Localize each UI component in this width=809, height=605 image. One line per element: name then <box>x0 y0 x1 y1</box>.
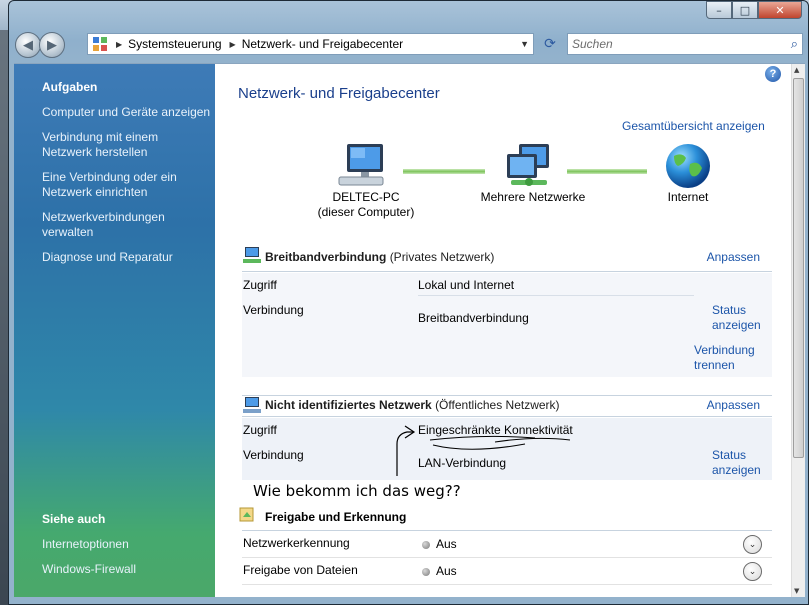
sidebar-link-connect-network[interactable]: Verbindung mit einem Netzwerk herstellen <box>42 130 172 160</box>
computer-name: DELTEC-PC <box>332 190 400 204</box>
annotation-scribble <box>396 425 571 476</box>
search-icon[interactable]: ⌕ <box>791 36 798 52</box>
network-1-connection-value: Breitbandverbindung <box>418 311 529 325</box>
network-1-status-link[interactable]: Status anzeigen <box>712 303 772 333</box>
computer-icon <box>338 144 384 186</box>
content-area: Aufgaben Computer und Geräte anzeigen Ve… <box>14 63 805 597</box>
close-button[interactable]: ✕ <box>758 1 802 19</box>
internet-globe-icon <box>666 144 710 188</box>
sharing-heading: Freigabe und Erkennung <box>265 510 407 524</box>
window-controls: – □ ✕ <box>706 1 802 19</box>
sharing-row-file-sharing[interactable]: Freigabe von Dateien Aus ⌄ <box>242 559 772 585</box>
status-link-line-1: Status <box>712 303 747 317</box>
network-1-disconnect-link[interactable]: Verbindung trennen <box>694 343 774 373</box>
forward-arrow-icon: ▶ <box>47 37 57 53</box>
scroll-up-icon[interactable]: ▲ <box>794 66 799 74</box>
status-dot-icon <box>422 568 430 576</box>
sidebar-link-windows-firewall[interactable]: Windows-Firewall <box>42 562 212 577</box>
refresh-button[interactable]: ⟳ <box>538 34 562 54</box>
address-dropdown-icon[interactable]: ▼ <box>520 39 529 49</box>
scroll-down-icon[interactable]: ▼ <box>794 587 799 595</box>
vertical-scrollbar[interactable]: ▲ ▼ <box>791 64 805 597</box>
maximize-button[interactable]: □ <box>732 1 758 19</box>
back-arrow-icon: ◀ <box>23 37 33 53</box>
network-2-customize-link[interactable]: Anpassen <box>707 398 760 412</box>
search-placeholder: Suchen <box>572 37 613 51</box>
network-computer-icon <box>243 247 261 263</box>
expand-chevron-icon[interactable]: ⌄ <box>743 562 762 581</box>
page-title: Netzwerk- und Freigabecenter <box>238 85 440 102</box>
explorer-window: – □ ✕ ◀ ▶ ▶ Systemsteuerung ▶ Netzwerk- … <box>8 0 809 605</box>
divider <box>418 295 694 296</box>
breadcrumb-control-panel[interactable]: Systemsteuerung <box>128 37 221 51</box>
network-1-connection-label: Verbindung <box>243 303 304 317</box>
network-1-type: (Privates Netzwerk) <box>389 250 495 264</box>
network-2-name: Nicht identifiziertes Netzwerk <box>265 398 432 412</box>
node-multiple-networks[interactable]: Mehrere Netzwerke <box>469 190 597 205</box>
sharing-row-label: Netzwerkerkennung <box>243 536 350 550</box>
network-2-header: Nicht identifiziertes Netzwerk (Öffentli… <box>242 395 772 417</box>
main-pane: ? Netzwerk- und Freigabecenter Gesamtübe… <box>215 64 791 597</box>
address-bar[interactable]: ▶ Systemsteuerung ▶ Netzwerk- und Freiga… <box>87 33 534 55</box>
see-also-heading: Siehe auch <box>42 512 106 526</box>
network-1-access-label: Zugriff <box>243 278 277 292</box>
sidebar-link-internet-options[interactable]: Internetoptionen <box>42 537 212 552</box>
network-2-access-label: Zugriff <box>243 423 277 437</box>
scrollbar-thumb[interactable] <box>793 78 804 458</box>
sharing-row-value: Aus <box>422 537 457 551</box>
sharing-row-label: Freigabe von Dateien <box>243 563 358 577</box>
sidebar-link-diagnose[interactable]: Diagnose und Reparatur <box>42 250 212 265</box>
network-1-access-value: Lokal und Internet <box>418 278 515 292</box>
control-panel-icon <box>93 37 107 51</box>
node-computer[interactable]: DELTEC-PC (dieser Computer) <box>311 190 421 220</box>
sidebar-link-manage-connections[interactable]: Netzwerkverbindungen verwalten <box>42 210 172 240</box>
status-link-line-1: Status <box>712 448 747 462</box>
search-input[interactable]: Suchen ⌕ <box>567 33 803 55</box>
computer-subtitle: (dieser Computer) <box>317 205 415 219</box>
help-icon[interactable]: ? <box>765 66 781 82</box>
network-2-status-link[interactable]: Status anzeigen <box>712 448 772 478</box>
navigation-bar: ◀ ▶ ▶ Systemsteuerung ▶ Netzwerk- und Fr… <box>15 31 805 59</box>
status-link-line-2: anzeigen <box>712 463 761 477</box>
tasks-heading: Aufgaben <box>42 80 98 94</box>
network-1-header: Breitbandverbindung (Privates Netzwerk) … <box>242 247 772 272</box>
forward-button[interactable]: ▶ <box>39 32 65 58</box>
overview-link[interactable]: Gesamtübersicht anzeigen <box>622 119 765 133</box>
sidebar-link-setup-connection[interactable]: Eine Verbindung oder ein Netzwerk einric… <box>42 170 187 200</box>
minimize-button[interactable]: – <box>706 1 732 19</box>
annotation-text: Wie bekomm ich das weg?? <box>253 482 461 500</box>
node-internet[interactable]: Internet <box>647 190 729 205</box>
breadcrumb-separator-icon: ▶ <box>229 39 236 49</box>
breadcrumb-separator-icon: ▶ <box>116 39 123 49</box>
network-2-title: Nicht identifiziertes Netzwerk (Öffentli… <box>265 398 560 412</box>
network-1-title: Breitbandverbindung (Privates Netzwerk) <box>265 250 494 264</box>
breadcrumb-network-center[interactable]: Netzwerk- und Freigabecenter <box>242 37 403 51</box>
divider <box>242 530 772 531</box>
multiple-networks-icon <box>507 144 549 186</box>
disconnect-line-1: Verbindung <box>694 343 755 357</box>
network-1-name: Breitbandverbindung <box>265 250 387 264</box>
network-2-type: (Öffentliches Netzwerk) <box>435 398 560 412</box>
back-button[interactable]: ◀ <box>15 32 41 58</box>
network-2-connection-label: Verbindung <box>243 448 304 462</box>
status-dot-icon <box>422 541 430 549</box>
disconnect-line-2: trennen <box>694 358 735 372</box>
status-link-line-2: anzeigen <box>712 318 761 332</box>
link-line-network-internet <box>567 169 647 174</box>
expand-chevron-icon[interactable]: ⌄ <box>743 535 762 554</box>
network-1-details: Zugriff Lokal und Internet Verbindung Br… <box>242 273 772 377</box>
sharing-row-network-discovery[interactable]: Netzwerkerkennung Aus ⌄ <box>242 532 772 558</box>
refresh-icon: ⟳ <box>544 36 556 52</box>
network-computer-icon <box>243 397 261 413</box>
network-1-customize-link[interactable]: Anpassen <box>707 250 760 264</box>
task-sidebar: Aufgaben Computer und Geräte anzeigen Ve… <box>14 64 215 597</box>
link-line-computer-network <box>403 169 485 174</box>
sharing-row-value: Aus <box>422 564 457 578</box>
sidebar-link-view-devices[interactable]: Computer und Geräte anzeigen <box>42 105 212 120</box>
sharing-icon <box>239 507 254 522</box>
